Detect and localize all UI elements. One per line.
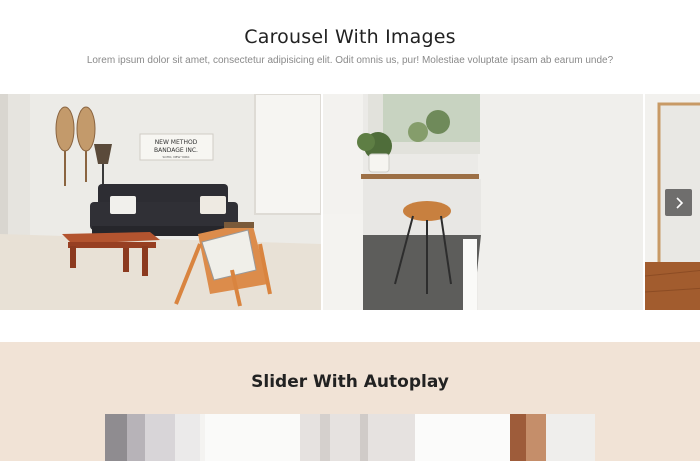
- carousel-next-button[interactable]: [665, 189, 692, 216]
- carousel-slide-hallway[interactable]: [323, 94, 643, 310]
- sign-line-3: SOHO, NEW YORK: [163, 155, 191, 159]
- slider-section: Slider With Autoplay: [0, 342, 700, 461]
- carousel-track[interactable]: NEW METHOD BANDAGE INC. SOHO, NEW YORK: [0, 94, 700, 310]
- sign-line-1: NEW METHOD: [155, 139, 198, 146]
- slider-title: Slider With Autoplay: [251, 372, 449, 392]
- sign-line-2: BANDAGE INC.: [154, 147, 198, 154]
- hallway-image: [323, 94, 643, 310]
- slider-image[interactable]: [105, 414, 595, 461]
- carousel-slide-living-room[interactable]: NEW METHOD BANDAGE INC. SOHO, NEW YORK: [0, 94, 321, 310]
- living-room-image: NEW METHOD BANDAGE INC. SOHO, NEW YORK: [0, 94, 321, 310]
- chevron-right-icon: [675, 196, 683, 209]
- carousel-subtitle: Lorem ipsum dolor sit amet, consectetur …: [86, 55, 614, 66]
- carousel-section: Carousel With Images Lorem ipsum dolor s…: [0, 0, 700, 340]
- carousel-title: Carousel With Images: [244, 26, 456, 48]
- curtain-window-image: [105, 414, 595, 461]
